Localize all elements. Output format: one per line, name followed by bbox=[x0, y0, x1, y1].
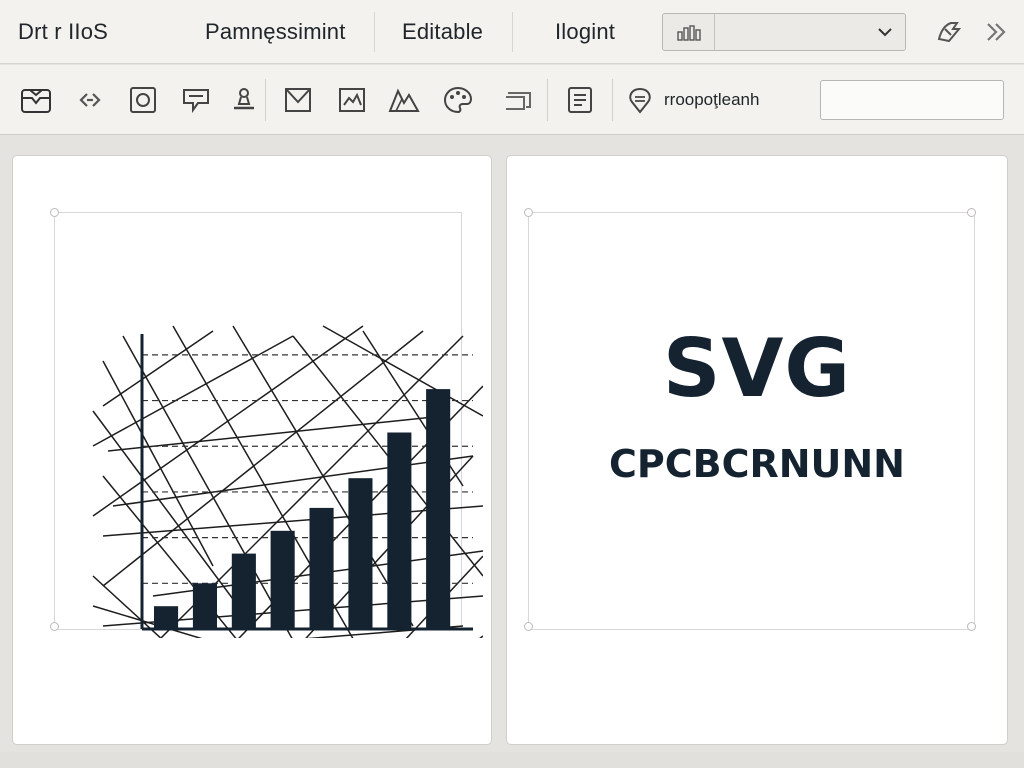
resize-handle[interactable] bbox=[524, 208, 533, 217]
document-icon[interactable] bbox=[562, 82, 598, 118]
menu-divider bbox=[512, 12, 513, 52]
envelope-icon[interactable] bbox=[280, 82, 316, 118]
toolbar-divider bbox=[265, 79, 266, 121]
chart-bar[interactable] bbox=[387, 432, 412, 630]
double-chevron-right-icon[interactable] bbox=[980, 14, 1014, 50]
sketch-stroke bbox=[102, 330, 214, 407]
menu-bar: Drt r IIoS Pamnęssimint Editable Ilogint bbox=[0, 0, 1024, 64]
menu-item-editable[interactable]: Editable bbox=[402, 0, 483, 64]
menu-item-permissions[interactable]: Pamnęssimint bbox=[205, 0, 346, 64]
bar-chart-icon bbox=[663, 14, 715, 50]
property-input[interactable] bbox=[821, 81, 1018, 119]
chevron-down-icon bbox=[865, 27, 905, 37]
artwork-title-text[interactable]: SVG bbox=[506, 322, 1008, 415]
text-artwork-frame[interactable] bbox=[528, 212, 975, 630]
toolbar-divider bbox=[612, 79, 613, 121]
chart-bar[interactable] bbox=[348, 478, 373, 629]
sketch-stroke bbox=[102, 330, 424, 587]
property-label: rroopoţleanh bbox=[664, 90, 760, 109]
bar-chart[interactable] bbox=[63, 218, 483, 638]
chart-bar[interactable] bbox=[309, 507, 334, 629]
frame-icon[interactable] bbox=[125, 82, 161, 118]
resize-handle[interactable] bbox=[967, 208, 976, 217]
chart-bar[interactable] bbox=[426, 389, 451, 629]
stamp-icon[interactable] bbox=[226, 82, 262, 118]
chart-bar[interactable] bbox=[192, 583, 217, 629]
image-icon[interactable] bbox=[334, 82, 370, 118]
property-field[interactable] bbox=[820, 80, 1018, 120]
resize-handle[interactable] bbox=[967, 622, 976, 631]
menu-item-file[interactable]: Drt r IIoS bbox=[18, 0, 108, 64]
menu-divider bbox=[374, 12, 375, 52]
view-select[interactable] bbox=[662, 13, 906, 51]
inbox-icon[interactable] bbox=[18, 82, 54, 118]
palette-icon[interactable] bbox=[440, 82, 476, 118]
link-icon[interactable] bbox=[72, 82, 108, 118]
artwork-subtitle-text[interactable]: CPCBCRNUNN bbox=[506, 442, 1008, 486]
menu-item-insight[interactable]: Ilogint bbox=[555, 0, 615, 64]
sketch-stroke bbox=[479, 635, 483, 638]
comment-icon[interactable] bbox=[178, 82, 214, 118]
chart-bar[interactable] bbox=[270, 530, 295, 629]
resize-handle[interactable] bbox=[524, 622, 533, 631]
left-canvas-panel[interactable] bbox=[12, 155, 492, 745]
status-strip bbox=[0, 752, 1024, 768]
sketch-stroke bbox=[92, 335, 294, 447]
chart-bar[interactable] bbox=[231, 553, 256, 629]
resize-handle[interactable] bbox=[50, 622, 59, 631]
brush-icon[interactable] bbox=[932, 14, 966, 50]
resize-handle[interactable] bbox=[50, 208, 59, 217]
chart-bar[interactable] bbox=[154, 606, 179, 629]
toolbar-divider bbox=[547, 79, 548, 121]
pin-icon[interactable] bbox=[622, 82, 658, 118]
layers-icon[interactable] bbox=[500, 82, 536, 118]
mountain-icon[interactable] bbox=[386, 82, 422, 118]
